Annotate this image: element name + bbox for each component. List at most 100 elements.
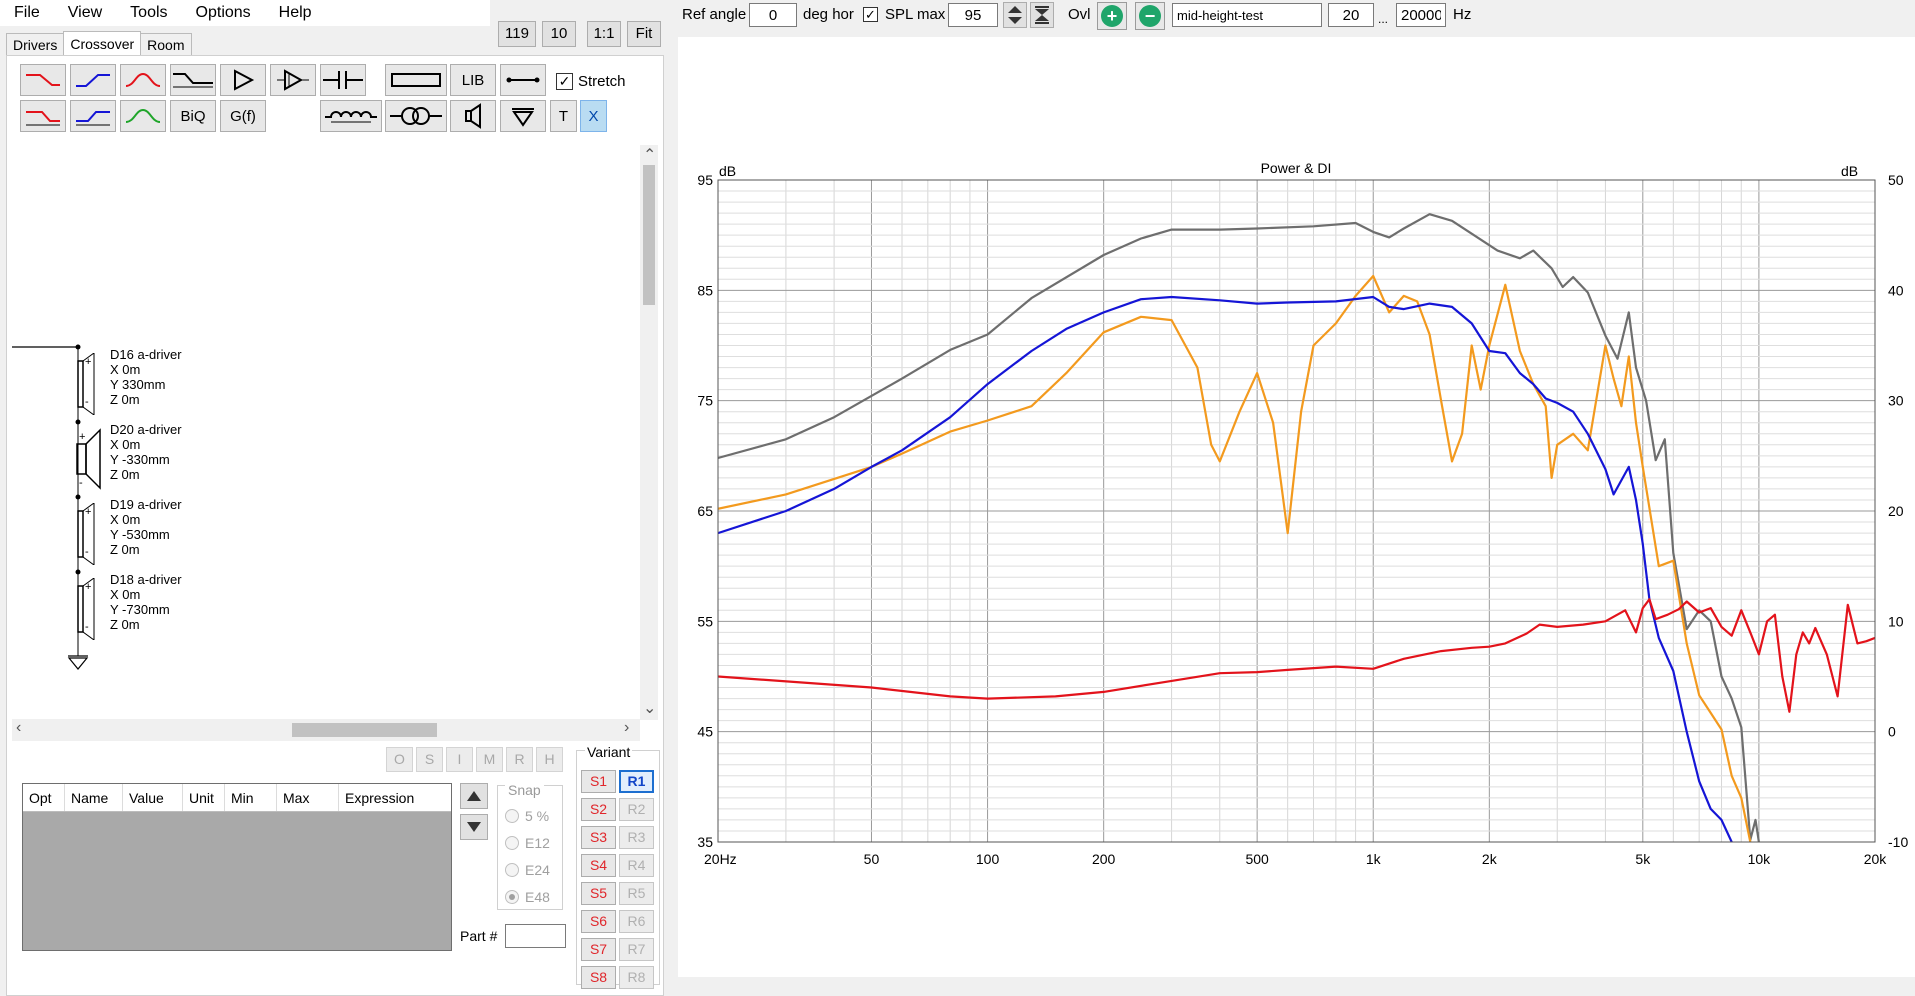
- variant-r5-button[interactable]: R5: [619, 882, 654, 905]
- x-tick-label: 10k: [1748, 851, 1772, 867]
- horizontal-scroll-thumb[interactable]: [292, 723, 437, 737]
- driver-d19-symbol[interactable]: +-: [74, 503, 100, 565]
- ground-icon[interactable]: [500, 100, 546, 132]
- omni-o-button[interactable]: O: [386, 747, 413, 772]
- omni-h-button[interactable]: H: [536, 747, 563, 772]
- variant-s7-button[interactable]: S7: [581, 938, 616, 961]
- lowpass2-red-icon[interactable]: [20, 100, 66, 132]
- highpass2-blue-icon[interactable]: [70, 100, 116, 132]
- omni-i-button[interactable]: I: [446, 747, 473, 772]
- menu-tools[interactable]: Tools: [116, 0, 181, 26]
- snap-e12-radio[interactable]: E12: [505, 835, 550, 851]
- driver-d18-symbol[interactable]: +-: [74, 578, 100, 640]
- menu-file[interactable]: File: [0, 0, 54, 26]
- amplifier-icon[interactable]: [270, 64, 316, 96]
- ref-angle-input[interactable]: [749, 3, 797, 27]
- menu-options[interactable]: Options: [182, 0, 265, 26]
- snap-5pct-radio[interactable]: 5 %: [505, 808, 549, 824]
- omni-s-button[interactable]: S: [416, 747, 443, 772]
- variant-r7-button[interactable]: R7: [619, 938, 654, 961]
- col-min[interactable]: Min: [225, 784, 277, 811]
- col-unit[interactable]: Unit: [183, 784, 225, 811]
- move-up-button[interactable]: [460, 783, 488, 809]
- gf-button[interactable]: G(f): [220, 100, 266, 132]
- remove-overlay-button[interactable]: −: [1135, 2, 1165, 30]
- driver-d16-symbol[interactable]: +-: [74, 353, 100, 415]
- spl-up-down-button[interactable]: [1003, 2, 1027, 28]
- zoom-step-button[interactable]: 10: [542, 21, 576, 47]
- variant-r1-button[interactable]: R1: [619, 770, 654, 793]
- tab-room[interactable]: Room: [140, 33, 192, 55]
- variant-s8-button[interactable]: S8: [581, 966, 616, 989]
- power-di-chart[interactable]: Power & DI dB dB 35455565758595-10010203…: [678, 37, 1915, 977]
- scroll-up-icon[interactable]: ⌃: [643, 145, 656, 165]
- schematic-canvas[interactable]: + - + - + - + - D16 a-driver X 0m Y 330mm Z 0m …: [12, 146, 642, 718]
- omni-r-button[interactable]: R: [506, 747, 533, 772]
- freq-min-input[interactable]: [1328, 3, 1374, 27]
- variant-s4-button[interactable]: S4: [581, 854, 616, 877]
- zoom-value-button[interactable]: 119: [498, 21, 536, 47]
- overlay-name-input[interactable]: [1172, 3, 1322, 27]
- resistor-icon[interactable]: [385, 64, 447, 96]
- scroll-down-icon[interactable]: ⌄: [643, 698, 656, 718]
- driver-d20-symbol[interactable]: +-: [74, 428, 104, 490]
- variant-s1-button[interactable]: S1: [581, 770, 616, 793]
- variant-r3-button[interactable]: R3: [619, 826, 654, 849]
- biquad-button[interactable]: BiQ: [170, 100, 216, 132]
- bandpass-green-icon[interactable]: [120, 100, 166, 132]
- shelf-icon[interactable]: [170, 64, 216, 96]
- capacitor-icon[interactable]: [320, 64, 366, 96]
- delay-triangle-icon[interactable]: [220, 64, 266, 96]
- col-expression[interactable]: Expression: [339, 784, 451, 811]
- part-number-input[interactable]: [505, 924, 566, 948]
- wire-icon[interactable]: [500, 64, 546, 96]
- variant-r6-button[interactable]: R6: [619, 910, 654, 933]
- omni-m-button[interactable]: M: [476, 747, 503, 772]
- zoom-1-1-button[interactable]: 1:1: [587, 21, 621, 47]
- delete-button[interactable]: X: [580, 100, 607, 132]
- variant-s3-button[interactable]: S3: [581, 826, 616, 849]
- snap-e48-radio[interactable]: E48: [505, 889, 550, 905]
- vertical-scroll-thumb[interactable]: [643, 165, 655, 305]
- spl-max-checkbox[interactable]: ✓: [863, 7, 878, 22]
- tab-drivers[interactable]: Drivers: [6, 33, 65, 55]
- variant-s2-button[interactable]: S2: [581, 798, 616, 821]
- variant-s5-button[interactable]: S5: [581, 882, 616, 905]
- bandpass-red-icon[interactable]: [120, 64, 166, 96]
- tab-crossover[interactable]: Crossover: [63, 31, 142, 55]
- col-value[interactable]: Value: [123, 784, 183, 811]
- inductor-icon[interactable]: [320, 100, 382, 132]
- col-opt[interactable]: Opt: [23, 784, 65, 811]
- spl-max-input[interactable]: [948, 3, 998, 27]
- variant-r4-button[interactable]: R4: [619, 854, 654, 877]
- menu-view[interactable]: View: [54, 0, 116, 26]
- variant-r8-button[interactable]: R8: [619, 966, 654, 989]
- optimizer-table[interactable]: Opt Name Value Unit Min Max Expression: [22, 783, 452, 951]
- freq-max-input[interactable]: [1396, 3, 1446, 27]
- snap-e24-radio[interactable]: E24: [505, 862, 550, 878]
- scroll-right-icon[interactable]: ›: [624, 719, 629, 737]
- scroll-left-icon[interactable]: ‹: [16, 719, 21, 737]
- zoom-fit-button[interactable]: Fit: [627, 21, 661, 47]
- speaker-icon[interactable]: [450, 100, 496, 132]
- variant-s6-button[interactable]: S6: [581, 910, 616, 933]
- x-tick-label: 20k: [1864, 851, 1888, 867]
- add-overlay-button[interactable]: +: [1097, 2, 1127, 30]
- text-button[interactable]: T: [550, 100, 577, 132]
- menu-help[interactable]: Help: [265, 0, 326, 26]
- schematic-vertical-scrollbar[interactable]: ⌃ ⌄: [640, 145, 658, 720]
- transformer-icon[interactable]: [385, 100, 447, 132]
- library-button[interactable]: LIB: [450, 64, 496, 96]
- variant-r2-button[interactable]: R2: [619, 798, 654, 821]
- svg-text:-: -: [85, 396, 89, 408]
- col-max[interactable]: Max: [277, 784, 339, 811]
- lowpass-red-icon[interactable]: [20, 64, 66, 96]
- highpass-blue-icon[interactable]: [70, 64, 116, 96]
- move-down-button[interactable]: [460, 814, 488, 840]
- col-name[interactable]: Name: [65, 784, 123, 811]
- spl-range-button[interactable]: [1030, 2, 1054, 28]
- y2-tick-label: 0: [1888, 724, 1896, 740]
- stretch-checkbox[interactable]: ✓: [556, 73, 573, 90]
- schematic-horizontal-scrollbar[interactable]: ‹ ›: [12, 719, 640, 741]
- chart-pane[interactable]: Power & DI dB dB 35 45 55 65 75 85 95 -10 0 10 20 3…: [678, 37, 1915, 977]
